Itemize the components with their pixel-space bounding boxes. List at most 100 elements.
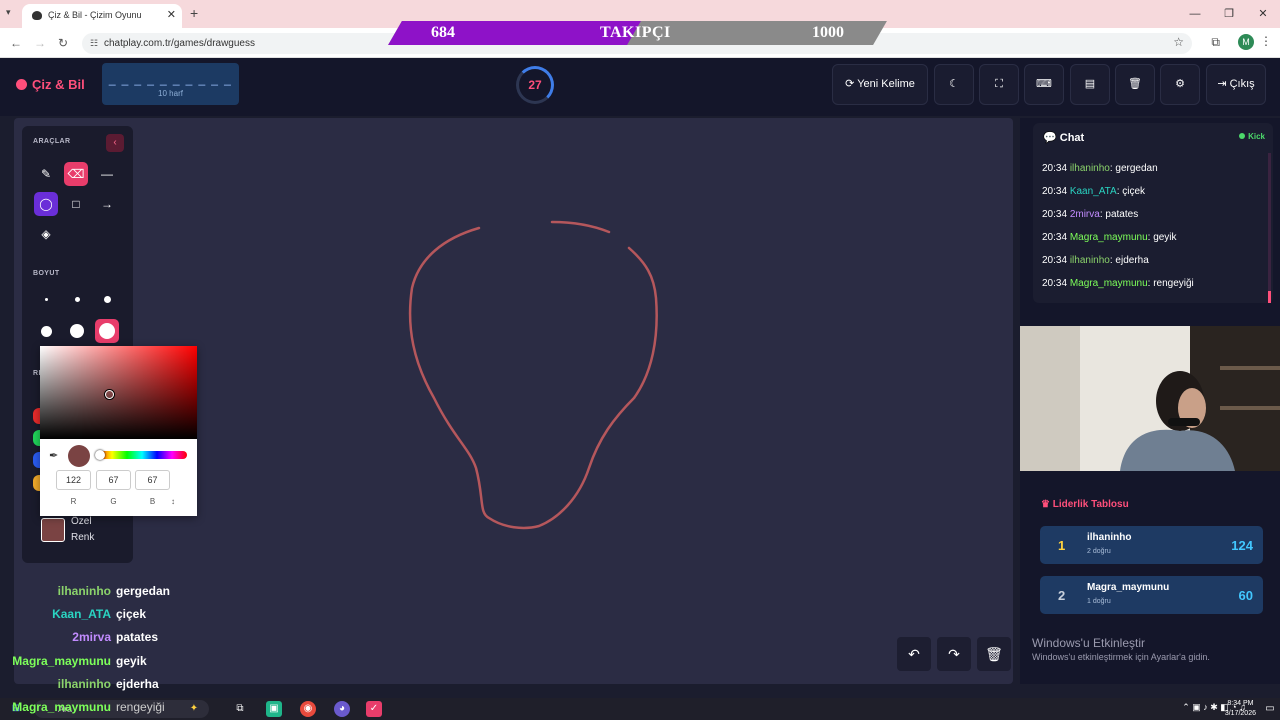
leaderboard-name: ilhaninho bbox=[1087, 532, 1132, 543]
rectangle-tool[interactable]: □ bbox=[64, 192, 88, 216]
square-icon: □ bbox=[72, 197, 80, 211]
forward-icon[interactable]: → bbox=[34, 36, 46, 50]
sparkle-icon[interactable]: ✦ bbox=[186, 701, 202, 717]
delete-button[interactable]: 🗑 bbox=[1115, 64, 1155, 105]
overlay-message: gergedan bbox=[116, 584, 171, 598]
fullscreen-button[interactable]: ⛶ bbox=[979, 64, 1019, 105]
webcam-feed bbox=[1020, 326, 1280, 471]
webcam-image bbox=[1020, 326, 1280, 471]
chat-text: ejderha bbox=[1115, 255, 1149, 266]
chat-message: 20:34 ilhaninho: ejderha bbox=[1042, 255, 1149, 266]
size-5-button[interactable] bbox=[70, 324, 84, 338]
chat-user: Kaan_ATA bbox=[1069, 186, 1117, 197]
right-sidebar: 💬 Chat Kick 20:34 ilhaninho: gergedan 20… bbox=[1020, 118, 1280, 684]
back-icon[interactable]: ← bbox=[10, 36, 22, 50]
size-6-dot bbox=[99, 323, 115, 339]
minimize-icon[interactable]: — bbox=[1178, 0, 1212, 28]
chat-message: 20:34 Magra_maymunu: geyik bbox=[1042, 232, 1177, 243]
app-icon-red[interactable]: ✓ bbox=[366, 701, 382, 717]
browser-tab[interactable]: Çiz & Bil - Çizim Oyunu ✕ bbox=[22, 4, 182, 28]
size-title: BOYUT bbox=[33, 270, 60, 277]
site-info-icon[interactable]: ☷ bbox=[90, 38, 98, 49]
chat-title-text: Chat bbox=[1059, 132, 1085, 144]
saturation-value-handle[interactable] bbox=[105, 390, 114, 399]
collapse-tools-button[interactable]: ‹ bbox=[106, 134, 124, 152]
theme-toggle-button[interactable]: ☾ bbox=[934, 64, 974, 105]
brush-tool[interactable]: ✎ bbox=[34, 162, 58, 186]
chat-text: rengeyiği bbox=[1153, 278, 1194, 289]
size-2-button[interactable] bbox=[75, 297, 80, 302]
undo-button[interactable]: ↶ bbox=[897, 637, 931, 671]
fill-tool[interactable]: ◈ bbox=[34, 222, 58, 246]
close-window-icon[interactable]: ✕ bbox=[1246, 0, 1280, 28]
chat-text: geyik bbox=[1153, 232, 1177, 243]
size-3-button[interactable] bbox=[104, 296, 111, 303]
task-view-icon[interactable]: ⧉ bbox=[232, 701, 248, 717]
red-input[interactable]: 122 bbox=[56, 470, 91, 490]
color-picker-popup: ✒ 122 67 67 R G B ↕ bbox=[40, 346, 197, 516]
chat-scrollbar[interactable] bbox=[1268, 153, 1271, 301]
restore-icon[interactable]: ❐ bbox=[1212, 0, 1246, 28]
chat-time: 20:34 bbox=[1042, 186, 1068, 197]
overlay-user: ilhaninho bbox=[57, 677, 111, 691]
extensions-icon[interactable]: ⧉ bbox=[1211, 35, 1220, 50]
size-6-button[interactable] bbox=[95, 319, 119, 343]
archive-icon: ▤ bbox=[1084, 78, 1096, 90]
new-tab-icon[interactable]: + bbox=[190, 5, 198, 21]
notifications-icon[interactable]: ▭ bbox=[1262, 701, 1278, 717]
keyboard-button[interactable]: ⌨ bbox=[1024, 64, 1064, 105]
url-text: chatplay.com.tr/games/drawguess bbox=[104, 38, 255, 49]
overlay-user: 2mirva bbox=[72, 630, 111, 644]
blue-input[interactable]: 67 bbox=[135, 470, 170, 490]
palette-icon bbox=[16, 79, 27, 90]
leaderboard-entry: 1 ilhaninho 2 doğru 124 bbox=[1040, 526, 1263, 564]
logout-button[interactable]: ⇥ Çıkış bbox=[1206, 64, 1266, 105]
eraser-tool[interactable]: ⌫ bbox=[64, 162, 88, 186]
archive-button[interactable]: ▤ bbox=[1070, 64, 1110, 105]
chat-user: 2mirva bbox=[1069, 209, 1100, 220]
custom-color-label-1: Özel bbox=[71, 516, 92, 527]
format-toggle-icon[interactable]: ↕ bbox=[171, 497, 175, 506]
discord-icon[interactable]: ◕ bbox=[334, 701, 350, 717]
chrome-icon[interactable]: ◉ bbox=[300, 701, 316, 717]
leaderboard-score: 124 bbox=[1231, 538, 1253, 553]
hue-slider-handle[interactable] bbox=[95, 450, 105, 460]
taskbar-time: 8:34 PM bbox=[1227, 700, 1254, 707]
size-1-button[interactable] bbox=[45, 298, 48, 301]
close-tab-icon[interactable]: ✕ bbox=[167, 8, 176, 21]
circle-tool[interactable]: ◯ bbox=[34, 192, 58, 216]
logout-icon: ⇥ bbox=[1217, 78, 1227, 90]
line-icon: — bbox=[101, 167, 113, 181]
profile-avatar[interactable]: M bbox=[1238, 34, 1254, 50]
green-input[interactable]: 67 bbox=[96, 470, 131, 490]
logo-text: Çiz & Bil bbox=[32, 77, 85, 92]
reload-icon[interactable]: ↻ bbox=[58, 36, 68, 50]
redo-button[interactable]: ↷ bbox=[937, 637, 971, 671]
chat-user: Magra_maymunu bbox=[1069, 278, 1148, 289]
overlay-chat-line: ilhaninho gergedan bbox=[0, 584, 200, 604]
new-word-button[interactable]: ⟳ Yeni Kelime bbox=[832, 64, 928, 105]
game-logo[interactable]: Çiz & Bil bbox=[16, 77, 85, 92]
saturation-value-area[interactable] bbox=[40, 346, 197, 439]
line-tool[interactable]: — bbox=[95, 162, 119, 186]
overlay-message: rengeyiği bbox=[116, 700, 165, 714]
chat-text: çiçek bbox=[1122, 186, 1146, 197]
chat-scrollbar-thumb[interactable] bbox=[1268, 291, 1271, 303]
hue-slider[interactable] bbox=[97, 451, 187, 459]
tab-search-icon[interactable]: ▾ bbox=[6, 7, 11, 18]
size-4-button[interactable] bbox=[41, 326, 52, 337]
bookmark-star-icon[interactable]: ☆ bbox=[1173, 35, 1184, 49]
settings-button[interactable]: ⚙ bbox=[1160, 64, 1200, 105]
app-icon-green[interactable]: ▣ bbox=[266, 701, 282, 717]
arrow-tool[interactable]: → bbox=[95, 192, 119, 216]
chevron-left-icon: ‹ bbox=[113, 137, 117, 148]
fullscreen-icon: ⛶ bbox=[995, 78, 1003, 90]
clear-canvas-button[interactable]: 🗑 bbox=[977, 637, 1011, 671]
taskbar-clock[interactable]: 8:34 PM 3/17/2026 bbox=[1225, 699, 1256, 719]
eyedropper-icon[interactable]: ✒ bbox=[49, 449, 58, 462]
overlay-chat-line: ilhaninho ejderha bbox=[0, 677, 200, 697]
chat-text: patates bbox=[1105, 209, 1139, 220]
brush-icon: ✎ bbox=[40, 167, 52, 181]
browser-menu-icon[interactable]: ⋮ bbox=[1260, 34, 1272, 48]
custom-color-swatch[interactable] bbox=[41, 518, 65, 542]
